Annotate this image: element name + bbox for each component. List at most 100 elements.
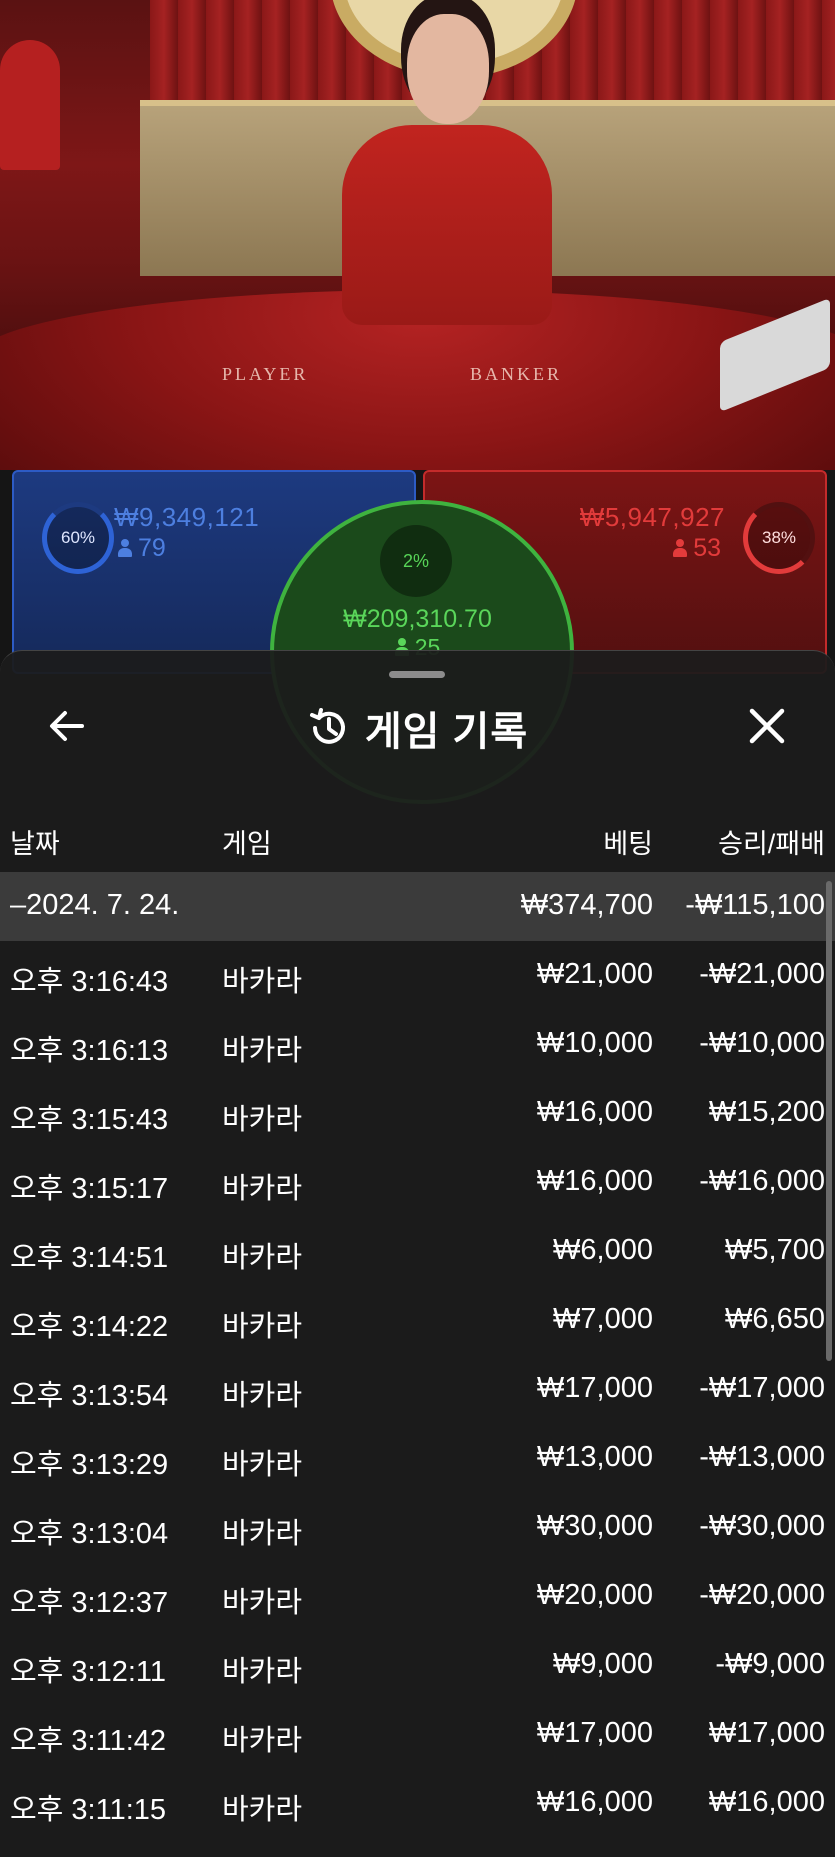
banker-count: 53 [673, 534, 721, 563]
row-bet: ₩10,000 [536, 1027, 653, 1059]
background-dealer [0, 40, 60, 170]
row-result: -₩17,000 [699, 1372, 825, 1404]
row-game: 바카라 [222, 1725, 303, 1757]
tie-bet-amount: ₩209,310.70 [343, 605, 492, 633]
row-bet: ₩9,000 [553, 1648, 653, 1680]
tie-percent-ring: 2% [380, 525, 452, 597]
row-result: -₩21,000 [699, 958, 825, 990]
row-time: 오후 3:15:43 [10, 1104, 169, 1136]
row-bet: ₩30,000 [536, 1510, 653, 1542]
row-time: 오후 3:11:42 [10, 1725, 167, 1757]
player-count: 79 [118, 534, 166, 563]
row-game: 바카라 [222, 1104, 303, 1136]
banker-bet-amount: ₩5,947,927 [579, 502, 725, 532]
row-time: 오후 3:11:15 [10, 1794, 167, 1826]
row-bet: ₩16,000 [536, 1165, 653, 1197]
table-row[interactable]: 오후 3:15:43 바카라 ₩16,000 ₩15,200 [0, 1079, 835, 1148]
row-time: 오후 3:14:51 [10, 1242, 169, 1274]
table-row[interactable]: 오후 3:13:29 바카라 ₩13,000 -₩13,000 [0, 1424, 835, 1493]
row-time: 오후 3:12:37 [10, 1587, 169, 1619]
banker-percent-ring: 38% [743, 502, 815, 574]
table-row[interactable]: 오후 3:12:37 바카라 ₩20,000 -₩20,000 [0, 1562, 835, 1631]
table-row[interactable]: 오후 3:14:22 바카라 ₩7,000 ₩6,650 [0, 1286, 835, 1355]
row-bet: ₩21,000 [536, 958, 653, 990]
row-bet: ₩7,000 [553, 1303, 653, 1335]
row-game: 바카라 [222, 1656, 303, 1688]
table-header-row: 날짜 게임 베팅 승리/패배 [0, 806, 835, 872]
row-bet: ₩13,000 [536, 1441, 653, 1473]
table-row[interactable]: 오후 3:12:11 바카라 ₩9,000 -₩9,000 [0, 1631, 835, 1700]
table-row[interactable]: 오후 3:11:15 바카라 ₩16,000 ₩16,000 [0, 1769, 835, 1838]
row-bet: ₩20,000 [536, 1579, 653, 1611]
person-icon [118, 539, 132, 557]
row-result: ₩5,700 [725, 1234, 825, 1266]
summary-date: –2024. 7. 24. [10, 889, 180, 921]
sheet-title: 게임 기록 [364, 710, 529, 754]
close-icon[interactable] [744, 703, 790, 749]
row-game: 바카라 [222, 1587, 303, 1619]
row-game: 바카라 [222, 1449, 303, 1481]
table-row[interactable]: 오후 3:15:17 바카라 ₩16,000 -₩16,000 [0, 1148, 835, 1217]
row-result: ₩17,000 [708, 1717, 825, 1749]
drag-handle[interactable] [389, 671, 445, 678]
row-game: 바카라 [222, 1518, 303, 1550]
row-time: 오후 3:15:17 [10, 1173, 169, 1205]
table-label-banker: BANKER [470, 364, 563, 384]
table-row[interactable]: 오후 3:13:54 바카라 ₩17,000 -₩17,000 [0, 1355, 835, 1424]
sheet-header: 게임 기록 [0, 699, 835, 757]
dealer-body [342, 125, 552, 325]
row-game: 바카라 [222, 1035, 303, 1067]
row-result: ₩6,650 [725, 1303, 825, 1335]
table-row[interactable]: 오후 3:16:43 바카라 ₩21,000 -₩21,000 [0, 941, 835, 1010]
history-icon [307, 706, 351, 750]
history-rows: 오후 3:16:43 바카라 ₩21,000 -₩21,000 오후 3:16:13 바카… [0, 941, 835, 1838]
row-game: 바카라 [222, 1794, 303, 1826]
summary-result: -₩115,100 [685, 889, 825, 921]
row-game: 바카라 [222, 1380, 303, 1412]
table-row[interactable]: 오후 3:13:04 바카라 ₩30,000 -₩30,000 [0, 1493, 835, 1562]
row-game: 바카라 [222, 966, 303, 998]
person-icon [673, 539, 688, 557]
row-game: 바카라 [222, 1173, 303, 1205]
column-header-bet: 베팅 [603, 829, 653, 859]
row-result: ₩15,200 [708, 1096, 825, 1128]
row-bet: ₩16,000 [536, 1786, 653, 1818]
row-time: 오후 3:16:43 [10, 966, 169, 998]
row-time: 오후 3:14:22 [10, 1311, 169, 1343]
summary-bet: ₩374,700 [520, 889, 653, 921]
player-percent-ring: 60% [42, 502, 114, 574]
row-result: -₩13,000 [699, 1441, 825, 1473]
column-header-game: 게임 [222, 829, 272, 859]
player-bet-amount: ₩9,349,121 [114, 502, 260, 532]
scrollbar[interactable] [826, 881, 832, 1361]
row-result: -₩10,000 [699, 1027, 825, 1059]
dealer-head [407, 14, 489, 124]
table-row[interactable]: 오후 3:16:13 바카라 ₩10,000 -₩10,000 [0, 1010, 835, 1079]
row-result: ₩16,000 [708, 1786, 825, 1818]
history-table: 날짜 게임 베팅 승리/패배 –2024. 7. 24. ₩374,700 -₩… [0, 806, 835, 1838]
row-time: 오후 3:13:54 [10, 1380, 169, 1412]
row-bet: ₩17,000 [536, 1372, 653, 1404]
row-result: -₩30,000 [699, 1510, 825, 1542]
table-row[interactable]: 오후 3:11:42 바카라 ₩17,000 ₩17,000 [0, 1700, 835, 1769]
row-result: -₩20,000 [699, 1579, 825, 1611]
row-time: 오후 3:12:11 [10, 1656, 167, 1688]
banker-count-value: 53 [693, 534, 721, 562]
row-result: -₩9,000 [715, 1648, 825, 1680]
column-header-date: 날짜 [10, 829, 60, 859]
date-summary-row[interactable]: –2024. 7. 24. ₩374,700 -₩115,100 [0, 872, 835, 941]
player-count-value: 79 [138, 534, 166, 562]
row-bet: ₩17,000 [536, 1717, 653, 1749]
row-time: 오후 3:16:13 [10, 1035, 169, 1067]
row-bet: ₩6,000 [553, 1234, 653, 1266]
row-bet: ₩16,000 [536, 1096, 653, 1128]
table-row[interactable]: 오후 3:14:51 바카라 ₩6,000 ₩5,700 [0, 1217, 835, 1286]
live-video: PLAYER BANKER [0, 0, 835, 470]
row-time: 오후 3:13:04 [10, 1518, 169, 1550]
table-label-player: PLAYER [222, 364, 309, 384]
row-result: -₩16,000 [699, 1165, 825, 1197]
game-history-sheet: 게임 기록 날짜 게임 베팅 승리/패배 –2024. 7. 24. ₩374,… [0, 650, 835, 1857]
row-time: 오후 3:13:29 [10, 1449, 169, 1481]
row-game: 바카라 [222, 1311, 303, 1343]
row-game: 바카라 [222, 1242, 303, 1274]
